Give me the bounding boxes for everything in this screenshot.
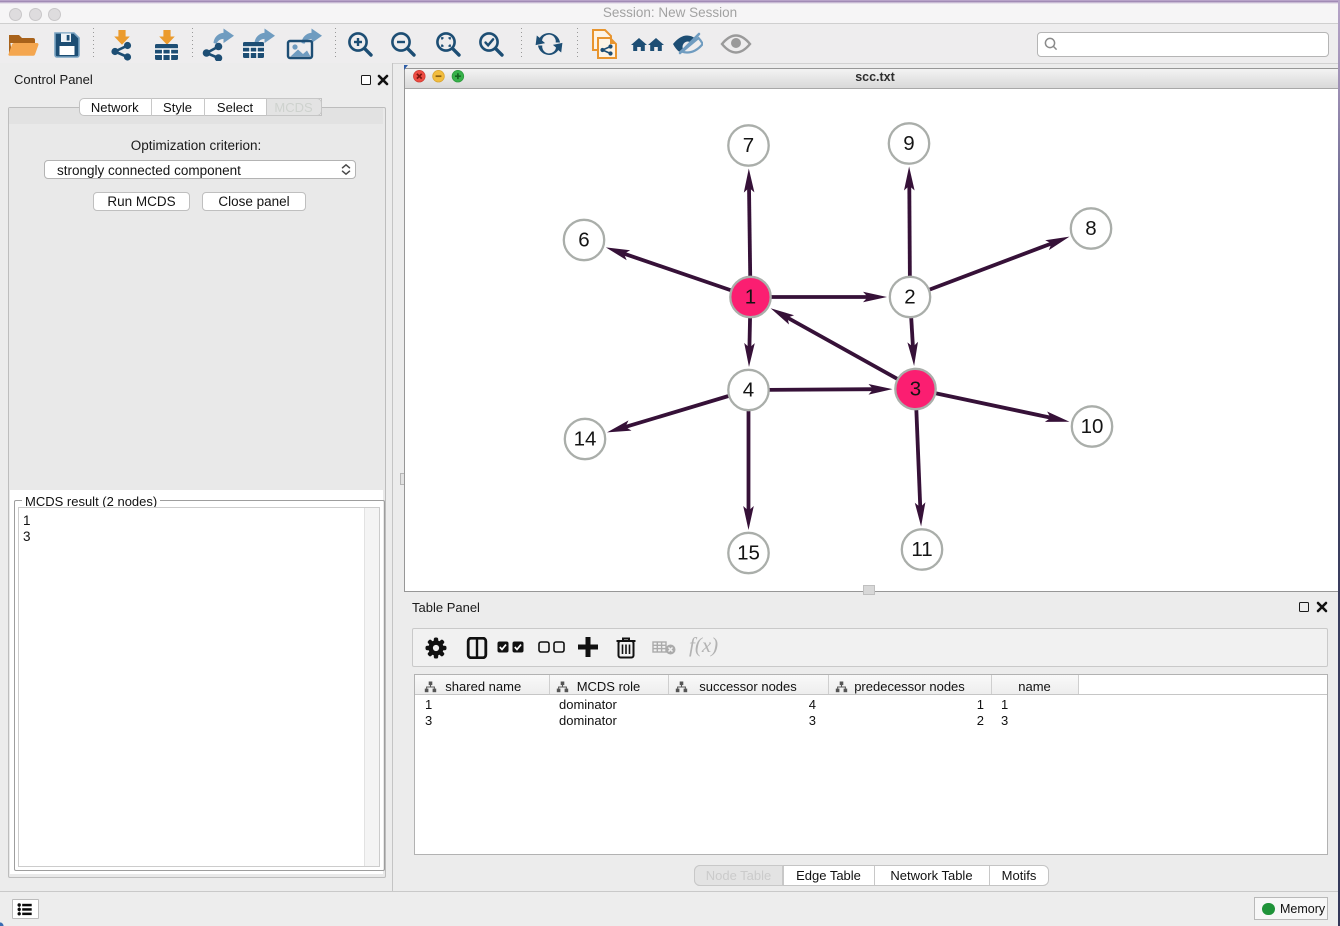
svg-text:9: 9 xyxy=(903,132,914,155)
svg-text:15: 15 xyxy=(737,542,760,565)
svg-text:4: 4 xyxy=(743,379,754,402)
svg-text:3: 3 xyxy=(910,378,921,401)
svg-text:1: 1 xyxy=(745,286,756,309)
svg-text:6: 6 xyxy=(578,229,589,252)
svg-text:11: 11 xyxy=(911,538,932,561)
svg-text:14: 14 xyxy=(574,428,597,451)
svg-text:2: 2 xyxy=(904,286,915,309)
svg-text:7: 7 xyxy=(743,134,754,157)
svg-text:8: 8 xyxy=(1085,217,1096,240)
svg-text:10: 10 xyxy=(1081,415,1104,438)
